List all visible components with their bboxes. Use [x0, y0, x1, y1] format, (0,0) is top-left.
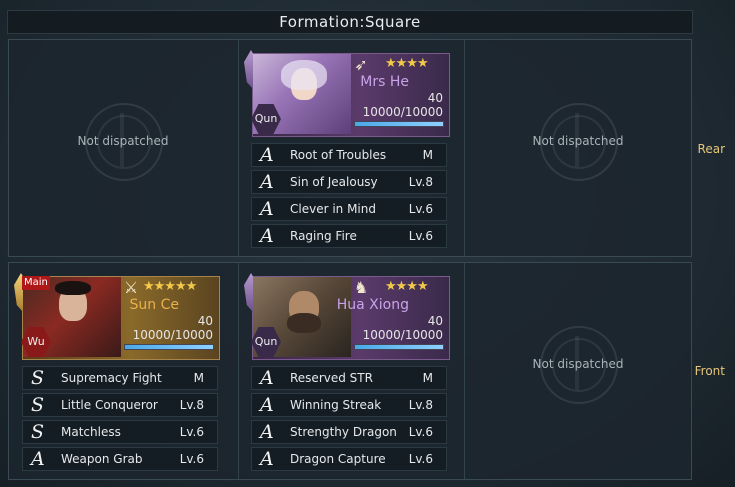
skill-grade: A — [260, 171, 274, 193]
skill-grade: A — [260, 225, 274, 247]
troop-bar — [354, 121, 444, 127]
troop-bar — [354, 344, 444, 350]
rear-right-slot[interactable]: Not dispatched — [464, 40, 692, 256]
rear-row-panel: Not dispatched Qun ➶ ★★★★ Mrs He 40 1000… — [8, 39, 692, 257]
general-level: 40 — [427, 91, 443, 105]
skill-grade: A — [260, 448, 274, 470]
troop-bar-fill — [355, 122, 443, 126]
rear-left-slot[interactable]: Not dispatched — [9, 40, 237, 256]
not-dispatched-label: Not dispatched — [77, 134, 169, 148]
troop-bar-fill — [125, 345, 213, 349]
spear-icon: ⚔ — [123, 278, 139, 297]
troop-count: 10000/10000 — [362, 105, 443, 119]
skill-grade: S — [31, 421, 45, 443]
general-card-hua-xiong[interactable]: Qun ♞ ★★★★ Hua Xiong 40 10000/10000 — [244, 273, 450, 360]
skill-name: Root of Troubles — [290, 148, 387, 162]
skill-list: A Reserved STR M A Winning Streak Lv.8 A Stre… — [251, 366, 447, 474]
main-general-tag: Main — [22, 276, 50, 290]
skill-row[interactable]: A Clever in Mind Lv.6 — [251, 197, 447, 221]
skill-level: Lv.6 — [408, 229, 433, 243]
front-left-slot[interactable]: Main Wu ⚔ ★★★★★ Sun Ce 40 10000/10000 SS… — [9, 263, 237, 479]
star-rating: ★★★★ — [385, 279, 429, 294]
skill-name: Winning Streak — [290, 398, 382, 412]
front-right-slot[interactable]: Not dispatched — [464, 263, 692, 479]
not-dispatched-label: Not dispatched — [532, 357, 624, 371]
skill-level: Lv.8 — [179, 398, 204, 412]
formation-title: Formation:Square — [7, 10, 693, 34]
troop-bar — [124, 344, 214, 350]
skill-level: Lv.6 — [408, 452, 433, 466]
skill-grade: A — [260, 198, 274, 220]
row-label-rear: Rear — [697, 142, 725, 156]
skill-grade: S — [31, 394, 45, 416]
skill-level: M — [193, 371, 204, 385]
not-dispatched-label: Not dispatched — [532, 134, 624, 148]
skill-row[interactable]: A Root of Troubles M — [251, 143, 447, 167]
skill-name: Supremacy Fight — [61, 371, 162, 385]
cavalry-icon: ♞ — [353, 278, 369, 297]
skill-name: Clever in Mind — [290, 202, 376, 216]
rear-center-slot[interactable]: Qun ➶ ★★★★ Mrs He 40 10000/10000 A Root o… — [238, 40, 466, 256]
skill-list: A Root of Troubles M A Sin of Jealousy Lv.8 … — [251, 143, 447, 251]
skill-row[interactable]: A Winning Streak Lv.8 — [251, 393, 447, 417]
skill-row[interactable]: A Weapon Grab Lv.6 — [22, 447, 218, 471]
skill-row[interactable]: A Raging Fire Lv.6 — [251, 224, 447, 248]
troop-count: 10000/10000 — [362, 328, 443, 342]
troop-bar-fill — [355, 345, 443, 349]
troop-count: 10000/10000 — [132, 328, 213, 342]
skill-name: Matchless — [61, 425, 121, 439]
skill-row[interactable]: S Little Conqueror Lv.8 — [22, 393, 218, 417]
skill-row[interactable]: A Reserved STR M — [251, 366, 447, 390]
skill-row[interactable]: A Dragon Capture Lv.6 — [251, 447, 447, 471]
skill-level: Lv.6 — [408, 202, 433, 216]
skill-list: S Supremacy Fight M S Little Conqueror Lv.8 … — [22, 366, 218, 474]
skill-row[interactable]: A Sin of Jealousy Lv.8 — [251, 170, 447, 194]
skill-row[interactable]: S Matchless Lv.6 — [22, 420, 218, 444]
bow-icon: ➶ — [354, 55, 368, 74]
skill-level: Lv.8 — [408, 175, 433, 189]
skill-grade: A — [260, 367, 274, 389]
portrait-hair — [281, 60, 327, 90]
skill-name: Weapon Grab — [61, 452, 143, 466]
general-name: Mrs He — [360, 74, 409, 90]
front-row-panel: Main Wu ⚔ ★★★★★ Sun Ce 40 10000/10000 SS… — [8, 262, 692, 480]
skill-name: Dragon Capture — [290, 452, 386, 466]
skill-name: Raging Fire — [290, 229, 357, 243]
row-label-front: Front — [694, 364, 725, 378]
skill-level: Lv.6 — [179, 425, 204, 439]
general-name: Sun Ce — [129, 297, 179, 313]
skill-grade: A — [260, 421, 274, 443]
skill-grade: A — [260, 394, 274, 416]
skill-name: Reserved STR — [290, 371, 373, 385]
general-name: Hua Xiong — [336, 297, 409, 313]
skill-level: Lv.8 — [408, 398, 433, 412]
skill-name: Little Conqueror — [61, 398, 158, 412]
skill-row[interactable]: S Supremacy Fight M — [22, 366, 218, 390]
skill-name: Strengthy Dragon — [290, 425, 397, 439]
general-card-sun-ce[interactable]: Main Wu ⚔ ★★★★★ Sun Ce 40 10000/10000 — [14, 273, 220, 360]
front-center-slot[interactable]: Qun ♞ ★★★★ Hua Xiong 40 10000/10000 A Res… — [238, 263, 466, 479]
skill-level: Lv.6 — [408, 425, 433, 439]
portrait-hair — [55, 281, 91, 295]
skill-grade: S — [31, 367, 45, 389]
skill-level: M — [422, 148, 433, 162]
skill-row[interactable]: A Strengthy Dragon Lv.6 — [251, 420, 447, 444]
star-rating: ★★★★ — [385, 56, 429, 71]
general-level: 40 — [197, 314, 213, 328]
skill-grade: A — [31, 448, 45, 470]
skill-name: Sin of Jealousy — [290, 175, 378, 189]
skill-level: M — [422, 371, 433, 385]
portrait-beard — [287, 313, 321, 333]
skill-level: Lv.6 — [179, 452, 204, 466]
general-level: 40 — [427, 314, 443, 328]
star-rating: ★★★★★ — [143, 279, 197, 294]
skill-grade: A — [260, 144, 274, 166]
general-card-mrs-he[interactable]: Qun ➶ ★★★★ Mrs He 40 10000/10000 — [244, 50, 450, 137]
